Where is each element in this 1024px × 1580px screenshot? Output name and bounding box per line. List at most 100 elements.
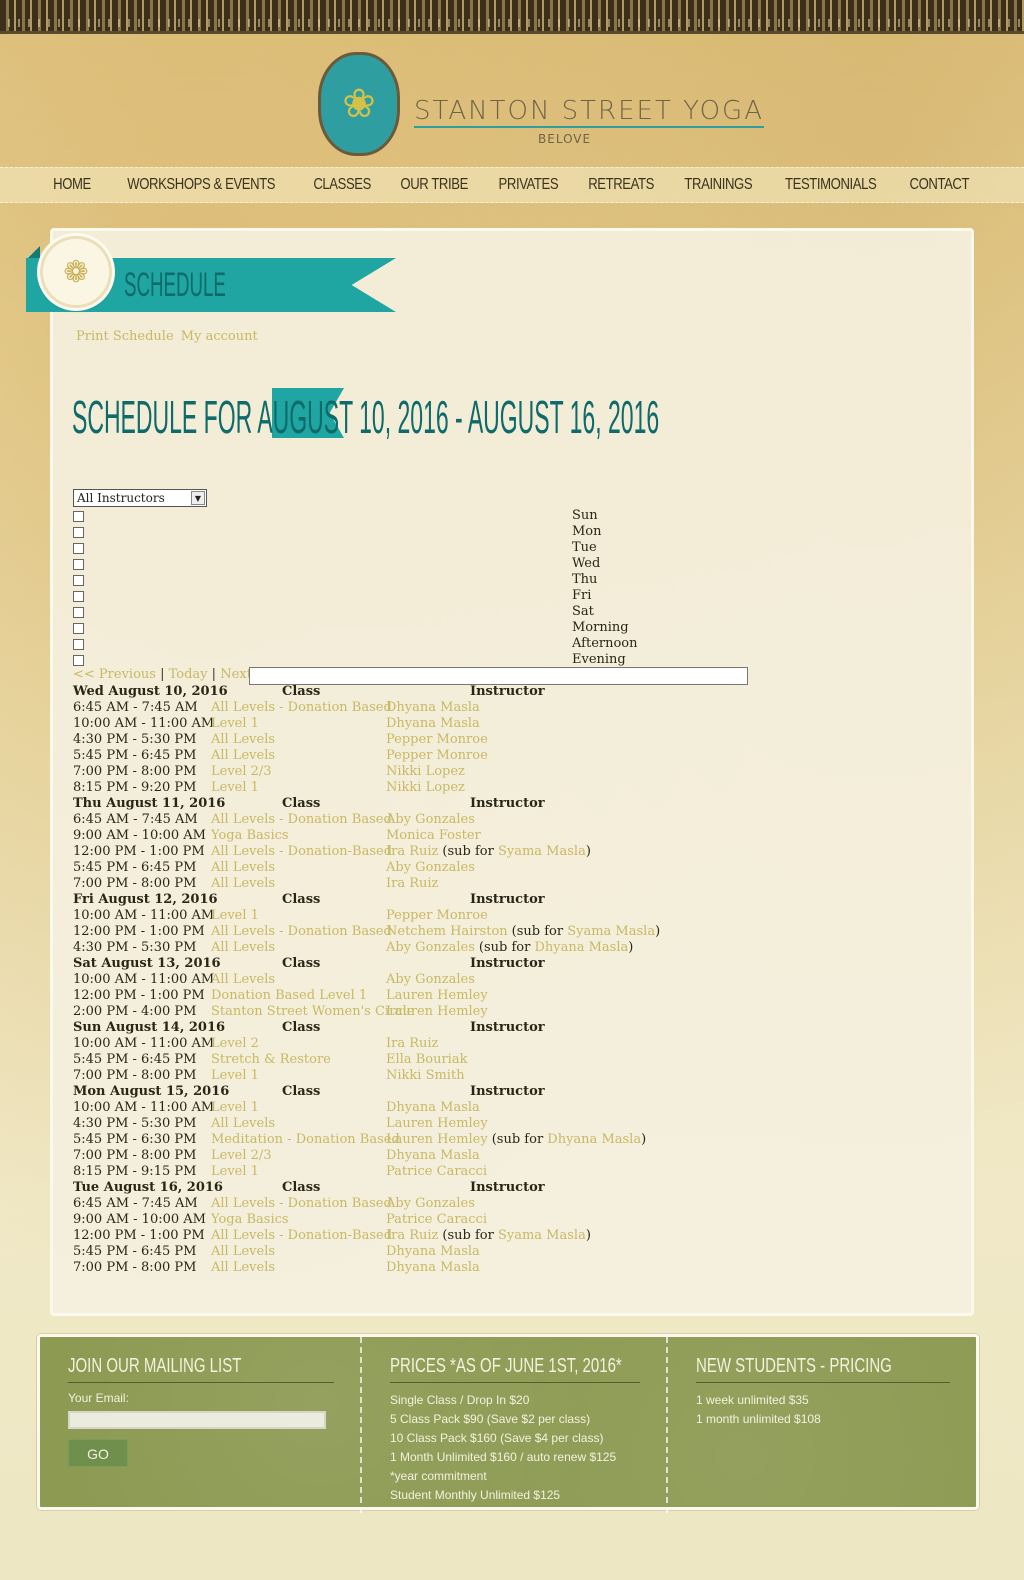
class-link[interactable]: Yoga Basics (211, 828, 289, 844)
filter-checkbox[interactable] (73, 591, 84, 602)
instructor-link[interactable]: Lauren Hemley (386, 988, 488, 1003)
class-link[interactable]: Donation Based Level 1 (211, 988, 367, 1004)
filter-checkbox[interactable] (73, 639, 84, 650)
filter-checkbox[interactable] (73, 543, 84, 554)
sub-instructor-link[interactable]: Syama Masla (498, 1228, 586, 1243)
class-time: 7:00 PM - 8:00 PM (73, 1068, 197, 1083)
class-time: 5:45 PM - 6:45 PM (73, 1052, 197, 1067)
instructor-link[interactable]: Aby Gonzales (386, 940, 475, 955)
class-link[interactable]: Stanton Street Women's Circle (211, 1004, 414, 1020)
class-link[interactable]: All Levels - Donation Based (211, 924, 392, 940)
class-link[interactable]: Level 2/3 (211, 764, 272, 780)
email-field[interactable] (68, 1411, 326, 1429)
instructor-link[interactable]: Dhyana Masla (386, 1244, 480, 1259)
class-link[interactable]: Yoga Basics (211, 1212, 289, 1228)
instructor-link[interactable]: Aby Gonzales (386, 860, 475, 875)
class-link[interactable]: Level 2 (211, 1036, 259, 1052)
instructor-select[interactable]: All Instructors ▼ (73, 489, 207, 507)
previous-link[interactable]: << Previous (73, 667, 156, 682)
instructor-link[interactable]: Ella Bouriak (386, 1052, 467, 1067)
class-link[interactable]: All Levels (211, 732, 275, 748)
nav-contact[interactable]: CONTACT (901, 176, 977, 194)
instructor-link[interactable]: Netchem Hairston (386, 924, 508, 939)
class-link[interactable]: Level 1 (211, 1100, 259, 1116)
filter-checkbox[interactable] (73, 559, 84, 570)
instructor-link[interactable]: Lauren Hemley (386, 1132, 488, 1147)
instructor-link[interactable]: Lauren Hemley (386, 1004, 488, 1019)
class-link[interactable]: Level 1 (211, 1164, 259, 1180)
instructor-link[interactable]: Ira Ruiz (386, 1036, 438, 1051)
nav-privates[interactable]: PRIVATES (490, 176, 566, 194)
class-link[interactable]: All Levels (211, 940, 275, 956)
class-link[interactable]: All Levels (211, 860, 275, 876)
class-link[interactable]: All Levels - Donation Based (211, 812, 392, 828)
sub-instructor-link[interactable]: Syama Masla (498, 844, 586, 859)
class-link[interactable]: All Levels (211, 1260, 275, 1276)
nav-classes[interactable]: CLASSES (305, 176, 379, 194)
instructor-link[interactable]: Aby Gonzales (386, 1196, 475, 1211)
filter-checkbox[interactable] (73, 607, 84, 618)
instructor-link[interactable]: Nikki Smith (386, 1068, 465, 1083)
filter-checkbox[interactable] (73, 575, 84, 586)
class-link[interactable]: Level 1 (211, 780, 259, 796)
class-link[interactable]: All Levels - Donation Based (211, 1196, 392, 1212)
instructor-link[interactable]: Nikki Lopez (386, 780, 465, 795)
nav-workshops-events[interactable]: WORKSHOPS & EVENTS (119, 176, 283, 194)
instructor-link[interactable]: Dhyana Masla (386, 1148, 480, 1163)
filter-checkbox[interactable] (73, 655, 84, 666)
instructor-link[interactable]: Aby Gonzales (386, 972, 475, 987)
class-link[interactable]: All Levels (211, 876, 275, 892)
nav-trainings[interactable]: TRAININGS (676, 176, 760, 194)
instructor-link[interactable]: Monica Foster (386, 828, 481, 843)
instructor-link[interactable]: Lauren Hemley (386, 1116, 488, 1131)
filter-checkbox[interactable] (73, 623, 84, 634)
table-row: 4:30 PM - 5:30 PM All Levels Lauren Hemley (73, 1116, 713, 1132)
class-column-header: Class (282, 1020, 321, 1035)
instructor-link[interactable]: Dhyana Masla (386, 1260, 480, 1275)
instructor-link[interactable]: Pepper Monroe (386, 908, 488, 923)
go-button[interactable]: GO (68, 1439, 128, 1467)
instructor-link[interactable]: Pepper Monroe (386, 748, 488, 763)
nav-retreats[interactable]: RETREATS (580, 176, 662, 194)
instructor-link[interactable]: Dhyana Masla (386, 700, 480, 715)
filter-checkbox[interactable] (73, 527, 84, 538)
class-link[interactable]: All Levels (211, 1244, 275, 1260)
sub-instructor-link[interactable]: Syama Masla (567, 924, 655, 939)
class-link[interactable]: All Levels - Donation-Based (211, 844, 392, 860)
instructor-link[interactable]: Dhyana Masla (386, 716, 480, 731)
class-link[interactable]: All Levels (211, 748, 275, 764)
date-input[interactable] (249, 667, 748, 685)
today-link[interactable]: Today (169, 667, 208, 682)
instructor-link[interactable]: Dhyana Masla (386, 1100, 480, 1115)
class-link[interactable]: All Levels (211, 972, 275, 988)
nav-home[interactable]: HOME (45, 176, 99, 194)
sub-instructor-link[interactable]: Dhyana Masla (534, 940, 628, 955)
pager: << Previous | Today | Next >> (73, 667, 278, 682)
my-account-link[interactable]: My account (181, 329, 258, 344)
class-link[interactable]: All Levels - Donation Based (211, 700, 392, 716)
divider (390, 1382, 640, 1383)
class-link[interactable]: All Levels (211, 1116, 275, 1132)
instructor-link[interactable]: Patrice Caracci (386, 1164, 487, 1179)
class-link[interactable]: Level 2/3 (211, 1148, 272, 1164)
site-logo[interactable]: ❀ STANTON STREET YOGA BELOVE (318, 52, 764, 162)
class-link[interactable]: All Levels - Donation-Based (211, 1228, 392, 1244)
instructor-link[interactable]: Patrice Caracci (386, 1212, 487, 1227)
print-schedule-link[interactable]: Print Schedule (76, 329, 174, 344)
class-link[interactable]: Level 1 (211, 716, 259, 732)
filter-checkbox[interactable] (73, 511, 84, 522)
nav-testimonials[interactable]: TESTIMONIALS (777, 176, 885, 194)
instructor-cell: Aby Gonzales (386, 972, 475, 988)
class-link[interactable]: Stretch & Restore (211, 1052, 331, 1068)
instructor-link[interactable]: Ira Ruiz (386, 876, 438, 891)
class-link[interactable]: Level 1 (211, 908, 259, 924)
nav-our-tribe[interactable]: OUR TRIBE (393, 176, 477, 194)
class-link[interactable]: Meditation - Donation Based (211, 1132, 400, 1148)
instructor-link[interactable]: Pepper Monroe (386, 732, 488, 747)
instructor-link[interactable]: Nikki Lopez (386, 764, 465, 779)
sub-instructor-link[interactable]: Dhyana Masla (547, 1132, 641, 1147)
instructor-link[interactable]: Ira Ruiz (386, 1228, 438, 1243)
instructor-link[interactable]: Aby Gonzales (386, 812, 475, 827)
instructor-link[interactable]: Ira Ruiz (386, 844, 438, 859)
class-link[interactable]: Level 1 (211, 1068, 259, 1084)
